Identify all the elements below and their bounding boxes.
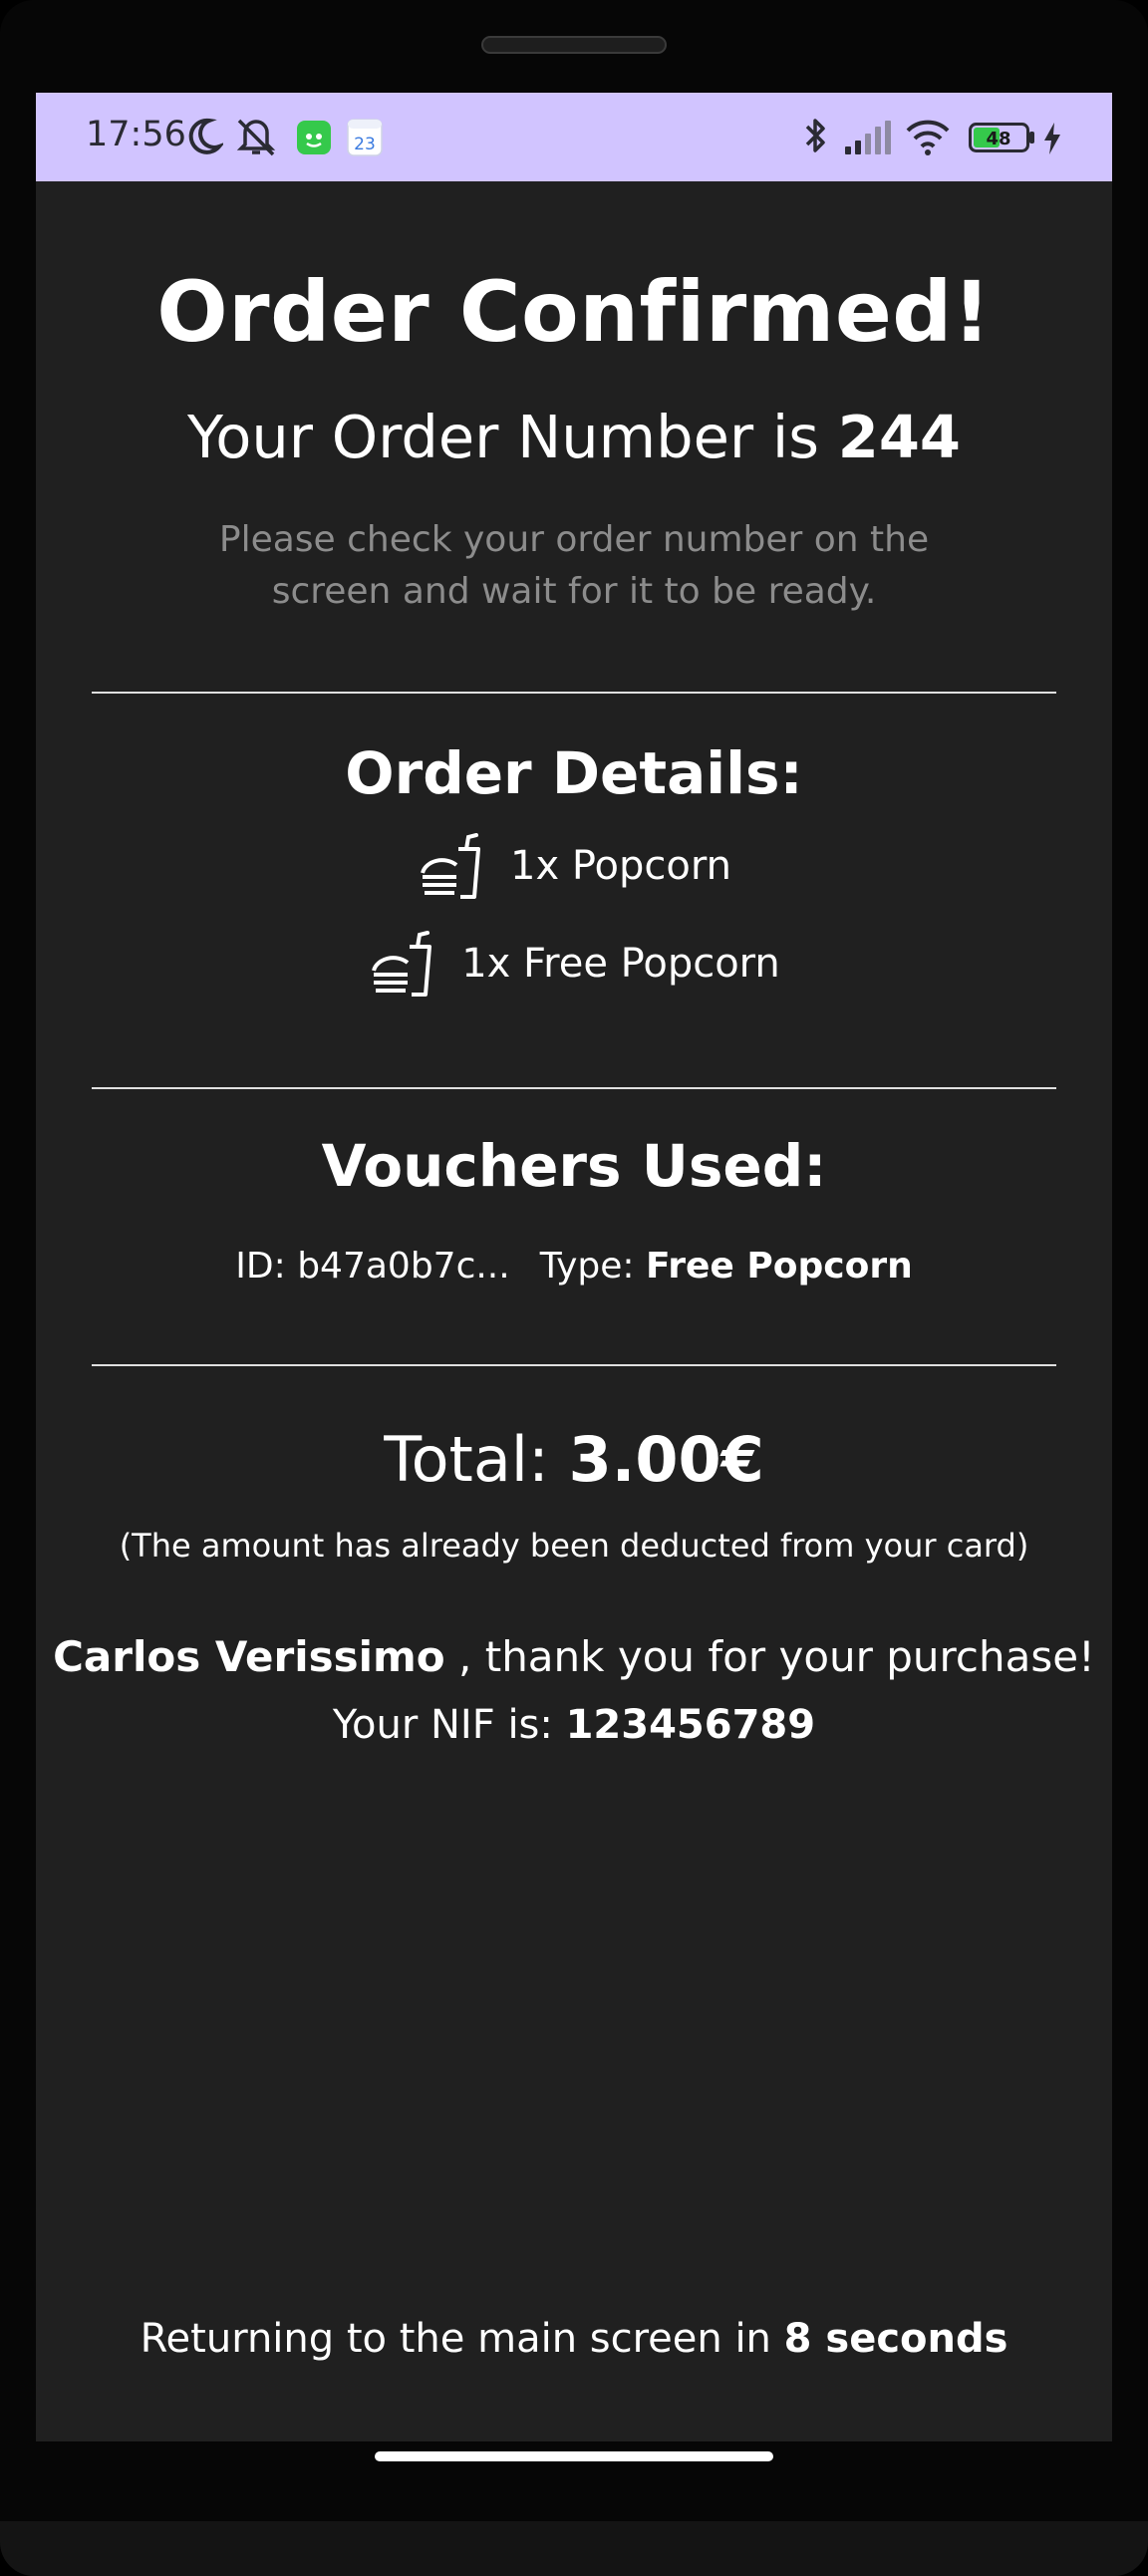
calendar-day: 23: [354, 135, 376, 154]
voucher-type-value: Free Popcorn: [645, 1246, 913, 1287]
divider: [92, 692, 1056, 694]
returning-time: 8 seconds: [783, 2316, 1008, 2362]
order-details-title: Order Details:: [345, 739, 803, 807]
speaker-grille: [481, 36, 667, 54]
order-item-label: 1x Free Popcorn: [461, 941, 780, 987]
vouchers-used-title: Vouchers Used:: [321, 1132, 827, 1200]
thanks-text: , thank you for your purchase!: [444, 1632, 1095, 1681]
order-item: 1x Popcorn: [36, 833, 1112, 905]
total-label: Total:: [384, 1423, 569, 1496]
signal-icon: [845, 121, 893, 158]
returning-countdown: Returning to the main screen in 8 second…: [36, 2316, 1112, 2362]
mute-icon: [233, 115, 279, 162]
customer-name: Carlos Verissimo: [53, 1632, 445, 1681]
voucher-row: ID: b47a0b7c... Type: Free Popcorn: [36, 1246, 1112, 1287]
order-confirmation-view: Order Confirmed! Your Order Number is 24…: [36, 181, 1112, 2441]
order-item-label: 1x Popcorn: [510, 843, 731, 889]
order-number-value: 244: [837, 403, 961, 471]
phone-frame: 17:56 23 48 Order Confirmed! Your Order …: [0, 0, 1148, 2576]
popcorn-icon: [368, 931, 433, 997]
order-number-line: Your Order Number is 244: [36, 403, 1112, 471]
deducted-note: (The amount has already been deducted fr…: [119, 1527, 1029, 1565]
divider: [92, 1087, 1056, 1089]
order-instruction: Please check your order number on the sc…: [218, 519, 930, 612]
battery-icon: 48: [969, 123, 1036, 156]
popcorn-icon: [417, 833, 482, 899]
total-amount: 3.00€: [568, 1423, 764, 1496]
screen: 17:56 23 48 Order Confirmed! Your Order …: [36, 93, 1112, 2441]
bluetooth-icon: [801, 115, 831, 162]
wifi-icon: [905, 117, 951, 160]
phone-chin: [0, 2521, 1148, 2576]
voucher-id: ID: b47a0b7c...: [235, 1246, 510, 1287]
status-time: 17:56: [86, 115, 186, 154]
page-title: Order Confirmed!: [156, 263, 992, 361]
nif-line: Your NIF is: 123456789: [36, 1702, 1112, 1748]
moon-icon: [185, 117, 226, 160]
thanks-line: Carlos Verissimo , thank you for your pu…: [36, 1632, 1112, 1681]
status-bar: 17:56 23 48: [36, 93, 1112, 181]
order-number-prefix: Your Order Number is: [187, 403, 838, 471]
calendar-icon: 23: [347, 119, 383, 160]
order-item: 1x Free Popcorn: [36, 931, 1112, 1002]
nif-label: Your NIF is:: [332, 1702, 566, 1748]
returning-text: Returning to the main screen in: [140, 2316, 784, 2362]
nif-value: 123456789: [565, 1702, 816, 1748]
app-icon: [297, 121, 331, 158]
charging-icon: [1042, 123, 1062, 158]
total-line: Total: 3.00€: [36, 1423, 1112, 1496]
battery-level: 48: [986, 129, 1010, 149]
voucher-type-label: Type:: [539, 1246, 646, 1287]
divider: [92, 1364, 1056, 1366]
home-indicator[interactable]: [375, 2451, 773, 2461]
